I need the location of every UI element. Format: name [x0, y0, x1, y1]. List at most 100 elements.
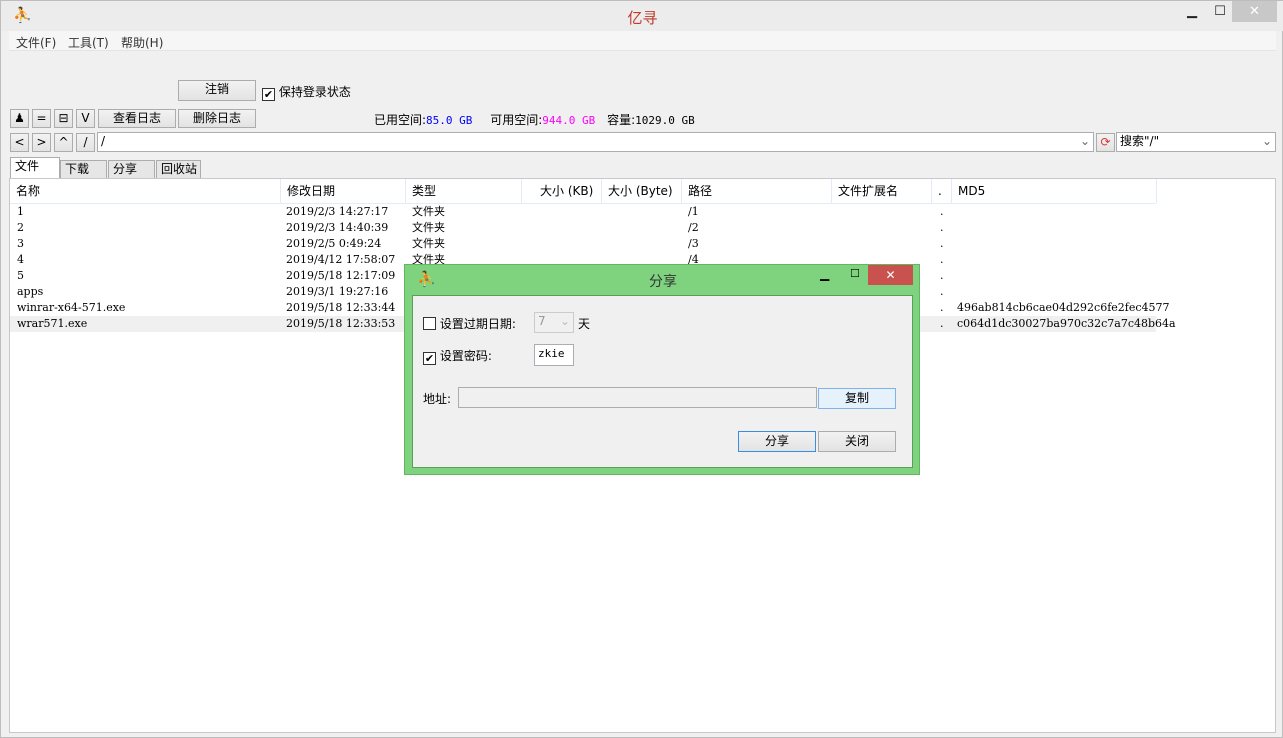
- cell-date: 2019/3/1 19:27:16: [286, 285, 389, 298]
- cell-path: /2: [688, 221, 699, 234]
- cell-md5: c064d1dc30027ba970c32c7a7c48b64a: [957, 317, 1176, 330]
- capacity-label: 容量:: [607, 113, 636, 127]
- password-input[interactable]: zkie: [534, 344, 574, 366]
- tab-recycle[interactable]: 回收站: [156, 160, 201, 178]
- cell-date: 2019/4/12 17:58:07: [286, 253, 396, 266]
- cell-name: winrar-x64-571.exe: [17, 301, 126, 314]
- col-name[interactable]: 名称: [10, 179, 281, 203]
- chevron-down-icon[interactable]: ⌄: [1080, 133, 1090, 150]
- window-title: 亿寻: [627, 9, 658, 27]
- tab-share[interactable]: 分享: [108, 160, 155, 178]
- storage-info: 已用空间:85.0 GB 可用空间:944.0 GB 容量:1029.0 GB: [374, 111, 695, 128]
- col-path[interactable]: 路径: [682, 179, 832, 203]
- refresh-icon[interactable]: ⟳: [1096, 133, 1115, 152]
- dialog-close-button[interactable]: ✕: [868, 265, 913, 285]
- copy-button[interactable]: 复制: [818, 388, 896, 409]
- path-value: /: [101, 134, 106, 148]
- cell-type: 文件夹: [412, 237, 445, 250]
- col-ext[interactable]: 文件扩展名: [832, 179, 932, 203]
- cell-path: /3: [688, 237, 699, 250]
- cell-date: 2019/2/3 14:40:39: [286, 221, 389, 234]
- up-button[interactable]: ^: [54, 133, 73, 152]
- table-row[interactable]: 3 2019/2/5 0:49:24 文件夹/3.: [10, 236, 1156, 252]
- capacity-value: 1029.0 GB: [635, 114, 695, 127]
- cell-name: 3: [17, 237, 24, 250]
- delete-log-button[interactable]: 删除日志: [178, 109, 256, 128]
- expire-days-value: 7: [538, 314, 546, 328]
- col-size-byte[interactable]: 大小 (Byte): [602, 179, 682, 203]
- cell-dot: .: [940, 301, 944, 314]
- menu-tools[interactable]: 工具(T): [68, 34, 109, 51]
- cell-name: 1: [17, 205, 24, 218]
- tab-files[interactable]: 文件: [10, 157, 60, 179]
- free-label: 可用空间:: [490, 113, 543, 127]
- cell-name: apps: [17, 285, 44, 298]
- dialog-title: 分享: [649, 274, 677, 290]
- table-row[interactable]: 2 2019/2/3 14:40:39 文件夹/2.: [10, 220, 1156, 236]
- back-button[interactable]: <: [10, 133, 29, 152]
- close-button[interactable]: ✕: [1232, 1, 1277, 22]
- address-input[interactable]: [458, 387, 817, 408]
- menu-file[interactable]: 文件(F): [16, 34, 56, 51]
- free-value: 944.0 GB: [542, 114, 596, 127]
- cell-name: 5: [17, 269, 24, 282]
- col-size-kb[interactable]: 大小 (KB): [522, 179, 602, 203]
- tool-button-1[interactable]: ♟: [10, 109, 29, 128]
- main-window: ⛹ 亿寻 ▁ ☐ ✕ 文件(F) 工具(T) 帮助(H) 注销 ✔ 保持登录状态…: [0, 0, 1283, 738]
- cell-type: 文件夹: [412, 205, 445, 218]
- menu-help[interactable]: 帮助(H): [121, 34, 163, 51]
- cell-name: 4: [17, 253, 24, 266]
- password-checkbox[interactable]: ✔ 设置密码:: [423, 347, 492, 365]
- logout-button[interactable]: 注销: [178, 80, 256, 101]
- table-row[interactable]: 1 2019/2/3 14:27:17 文件夹/1.: [10, 204, 1156, 220]
- cell-dot: .: [940, 269, 944, 282]
- cell-path: /1: [688, 205, 699, 218]
- cell-dot: .: [940, 205, 944, 218]
- used-label: 已用空间:: [374, 113, 427, 127]
- cell-date: 2019/5/18 12:17:09: [286, 269, 396, 282]
- cell-dot: .: [940, 285, 944, 298]
- forward-button[interactable]: >: [32, 133, 51, 152]
- used-value: 85.0 GB: [426, 114, 473, 127]
- password-label: 设置密码:: [439, 349, 492, 363]
- cell-date: 2019/2/3 14:27:17: [286, 205, 389, 218]
- search-input[interactable]: 搜索"/" ⌄: [1116, 132, 1276, 152]
- cell-dot: .: [940, 253, 944, 266]
- cell-dot: .: [940, 221, 944, 234]
- days-unit: 天: [578, 317, 591, 331]
- cell-type: 文件夹: [412, 221, 445, 234]
- cell-date: 2019/5/18 12:33:44: [286, 301, 396, 314]
- close-dialog-button[interactable]: 关闭: [818, 431, 896, 452]
- cell-name: wrar571.exe: [17, 317, 88, 330]
- keep-login-checkbox[interactable]: ✔ 保持登录状态: [262, 83, 351, 101]
- root-button[interactable]: /: [76, 133, 95, 152]
- chevron-down-icon: ⌄: [559, 314, 570, 328]
- dialog-minimize-button[interactable]: ▁: [820, 267, 829, 281]
- cell-name: 2: [17, 221, 24, 234]
- search-value: 搜索"/": [1120, 134, 1160, 148]
- chevron-down-icon[interactable]: ⌄: [1262, 133, 1272, 150]
- path-input[interactable]: / ⌄: [97, 132, 1094, 152]
- col-date[interactable]: 修改日期: [281, 179, 406, 203]
- keep-login-label: 保持登录状态: [278, 85, 351, 99]
- dialog-maximize-button[interactable]: ☐: [850, 267, 860, 280]
- col-md5[interactable]: MD5: [952, 179, 1157, 203]
- expire-days-select[interactable]: 7 ⌄: [534, 312, 574, 333]
- col-type[interactable]: 类型: [406, 179, 522, 203]
- share-button[interactable]: 分享: [738, 431, 816, 452]
- tool-button-4[interactable]: V: [76, 109, 95, 128]
- expire-checkbox[interactable]: 设置过期日期:: [423, 315, 516, 332]
- cell-date: 2019/2/5 0:49:24: [286, 237, 382, 250]
- expire-label: 设置过期日期:: [439, 317, 516, 331]
- menu-bar: 文件(F) 工具(T) 帮助(H): [9, 31, 1276, 51]
- save-icon[interactable]: ⊟: [54, 109, 73, 128]
- tool-button-2[interactable]: =: [32, 109, 51, 128]
- col-dot[interactable]: .: [932, 179, 952, 203]
- title-bar: ⛹ 亿寻 ▁ ☐ ✕: [1, 1, 1283, 31]
- cell-dot: .: [940, 317, 944, 330]
- cell-dot: .: [940, 237, 944, 250]
- share-dialog: ⛹ 分享 ▁ ☐ ✕ 设置过期日期: 7 ⌄ 天 ✔ 设置密码: zkie 地址:…: [404, 264, 920, 475]
- cell-md5: 496ab814cb6cae04d292c6fe2fec4577: [957, 301, 1170, 314]
- view-log-button[interactable]: 查看日志: [98, 109, 176, 128]
- tab-downloads[interactable]: 下载: [60, 160, 107, 178]
